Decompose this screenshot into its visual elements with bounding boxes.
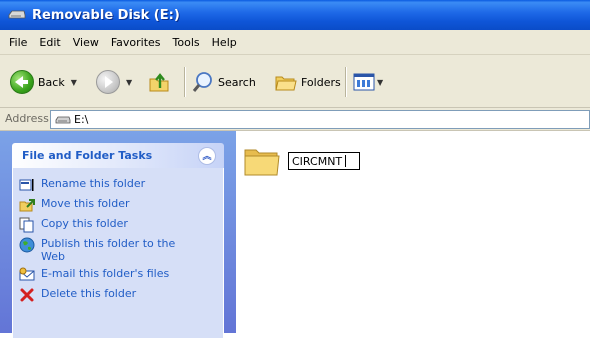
- email-icon: [19, 267, 35, 283]
- folders-label: Folders: [301, 75, 341, 89]
- menu-favorites[interactable]: Favorites: [111, 36, 161, 49]
- task-delete-folder[interactable]: Delete this folder: [19, 287, 223, 303]
- menu-edit[interactable]: Edit: [39, 36, 60, 49]
- task-email-files[interactable]: E-mail this folder's files: [19, 267, 223, 283]
- forward-dropdown-icon[interactable]: ▼: [126, 78, 132, 87]
- drive-icon: [8, 10, 26, 19]
- panel-title: File and Folder Tasks: [22, 149, 153, 162]
- task-label: Rename this folder: [41, 177, 146, 190]
- toolbar: Back ▼ ▼ Search Folders ▼: [0, 55, 590, 108]
- folder-rename-value: CIRCMNT: [292, 154, 343, 168]
- folder-rename-input[interactable]: CIRCMNT: [288, 152, 360, 170]
- address-label: Address: [5, 112, 49, 125]
- task-label: Copy this folder: [41, 217, 128, 230]
- folder-item[interactable]: [243, 144, 281, 178]
- address-value: E:\: [74, 113, 89, 126]
- search-icon: [192, 72, 212, 92]
- forward-arrow-icon: [96, 70, 120, 94]
- panel-header[interactable]: File and Folder Tasks ︽: [12, 143, 224, 168]
- title-bar[interactable]: Removable Disk (E:): [0, 0, 590, 30]
- task-label: E-mail this folder's files: [41, 267, 170, 280]
- file-folder-tasks-panel: File and Folder Tasks ︽ Rename this fold…: [12, 143, 224, 339]
- task-label: Move this folder: [41, 197, 130, 210]
- menu-help[interactable]: Help: [212, 36, 237, 49]
- forward-button[interactable]: ▼: [96, 69, 132, 95]
- back-arrow-icon: [10, 70, 34, 94]
- back-button[interactable]: Back ▼: [10, 69, 77, 95]
- back-label: Back: [38, 75, 65, 89]
- up-button[interactable]: [148, 69, 172, 95]
- views-icon: [353, 73, 375, 91]
- search-label: Search: [218, 75, 256, 89]
- text-caret: [345, 155, 347, 167]
- task-label: Publish this folder to the Web: [41, 237, 176, 263]
- folder-icon: [244, 149, 280, 176]
- move-icon: [19, 197, 35, 213]
- menu-file[interactable]: File: [9, 36, 27, 49]
- task-publish-folder[interactable]: Publish this folder to the Web: [19, 237, 223, 263]
- menu-tools[interactable]: Tools: [173, 36, 200, 49]
- copy-icon: [19, 217, 35, 233]
- back-dropdown-icon[interactable]: ▼: [71, 78, 77, 87]
- delete-icon: [19, 287, 35, 303]
- menu-bar: File Edit View Favorites Tools Help: [0, 30, 590, 55]
- views-dropdown-icon[interactable]: ▼: [377, 78, 383, 87]
- window-title: Removable Disk (E:): [32, 7, 180, 23]
- folders-button[interactable]: Folders: [275, 69, 341, 95]
- task-pane: File and Folder Tasks ︽ Rename this fold…: [0, 131, 236, 339]
- menu-view[interactable]: View: [73, 36, 99, 49]
- views-button[interactable]: ▼: [353, 69, 383, 95]
- globe-icon: [19, 237, 35, 253]
- drive-icon: [55, 116, 71, 123]
- task-label: Delete this folder: [41, 287, 137, 300]
- folder-up-icon: [149, 73, 169, 92]
- rename-icon: [19, 177, 35, 193]
- task-list: Rename this folder Move this folder Copy…: [12, 168, 224, 339]
- task-move-folder[interactable]: Move this folder: [19, 197, 223, 213]
- folders-icon: [275, 76, 297, 91]
- task-copy-folder[interactable]: Copy this folder: [19, 217, 223, 233]
- address-input[interactable]: E:\: [50, 110, 590, 129]
- task-rename-folder[interactable]: Rename this folder: [19, 177, 223, 193]
- search-button[interactable]: Search: [192, 69, 256, 95]
- address-bar: Address E:\: [0, 108, 590, 131]
- collapse-chevron-icon[interactable]: ︽: [198, 146, 216, 165]
